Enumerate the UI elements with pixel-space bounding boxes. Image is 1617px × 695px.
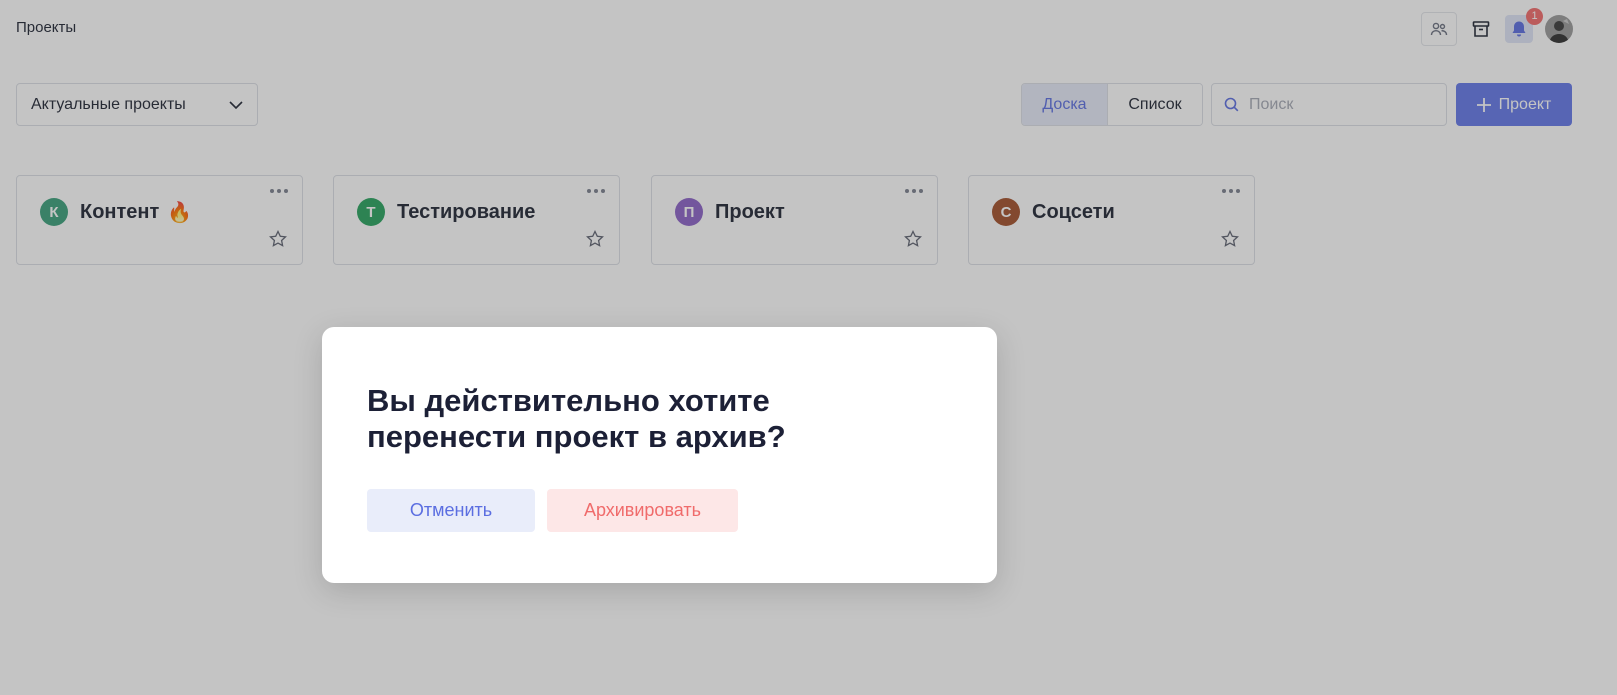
- cancel-button[interactable]: Отменить: [367, 489, 535, 532]
- archive-button-confirm[interactable]: Архивировать: [547, 489, 738, 532]
- dialog-title: Вы действительно хотите перенести проект…: [367, 383, 786, 454]
- projects-page: Проекты 1 Актуальные проекты Доска Списо…: [0, 0, 1617, 695]
- dialog-actions: Отменить Архивировать: [367, 489, 738, 532]
- archive-confirm-dialog: Вы действительно хотите перенести проект…: [322, 327, 997, 583]
